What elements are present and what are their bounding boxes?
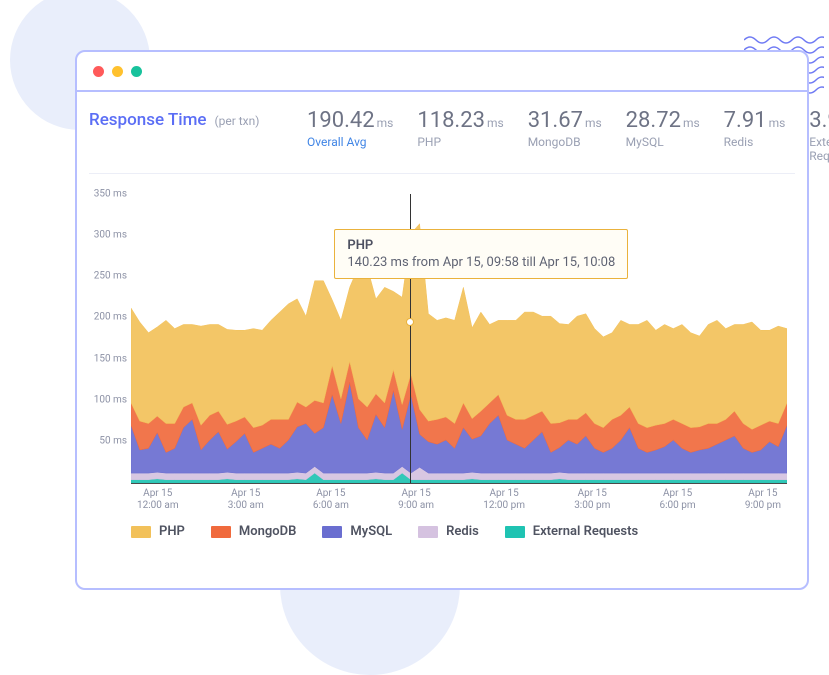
stat-value: 190.42 — [307, 108, 375, 133]
stat-label: Redis — [724, 135, 786, 149]
y-tick: 200 ms — [94, 312, 127, 323]
window-titlebar — [77, 52, 807, 92]
stat-label: MongoDB — [528, 135, 602, 149]
stat-overall-avg: 190.42ms Overall Avg — [307, 110, 393, 163]
stat-value: 31.67 — [528, 108, 583, 133]
y-tick: 350 ms — [94, 189, 127, 200]
stat-unit: ms — [377, 116, 394, 130]
y-tick: 150 ms — [94, 353, 127, 364]
x-tick: Apr 156:00 pm — [660, 488, 696, 512]
legend-label: PHP — [159, 524, 185, 539]
stat-external-requests: 3.9External Requests — [809, 110, 829, 163]
legend-swatch — [505, 526, 525, 538]
close-icon[interactable] — [93, 66, 104, 77]
stat-label: MySQL — [626, 135, 700, 149]
stat-unit: ms — [769, 116, 786, 130]
legend-item-external-requests[interactable]: External Requests — [505, 524, 638, 539]
legend-item-php[interactable]: PHP — [131, 524, 185, 539]
chart-plot[interactable]: PHP 140.23 ms from Apr 15, 09:58 till Ap… — [131, 194, 787, 484]
stat-mysql: 28.72ms MySQL — [626, 110, 700, 163]
x-tick: Apr 159:00 am — [398, 488, 434, 512]
title-sub: (per txn) — [214, 114, 259, 128]
maximize-icon[interactable] — [131, 66, 142, 77]
legend-label: MySQL — [350, 524, 392, 539]
stat-php: 118.23ms PHP — [417, 110, 503, 163]
stat-label: External Requests — [809, 135, 829, 163]
stat-value: 118.23 — [417, 108, 485, 133]
stat-label: PHP — [417, 135, 503, 149]
x-tick: Apr 1512:00 am — [137, 488, 179, 512]
chart-tooltip: PHP 140.23 ms from Apr 15, 09:58 till Ap… — [334, 229, 628, 279]
legend-item-mongodb[interactable]: MongoDB — [211, 524, 296, 539]
legend-swatch — [211, 526, 231, 538]
y-tick: 50 ms — [99, 435, 127, 446]
legend-label: Redis — [446, 524, 479, 539]
y-tick: 100 ms — [94, 394, 127, 405]
legend-label: MongoDB — [239, 524, 296, 539]
stat-mongodb: 31.67ms MongoDB — [528, 110, 602, 163]
stat-unit: ms — [585, 116, 602, 130]
minimize-icon[interactable] — [112, 66, 123, 77]
page-title: Response Time (per txn) — [89, 110, 289, 130]
tooltip-body: 140.23 ms from Apr 15, 09:58 till Apr 15… — [347, 255, 615, 270]
legend-item-mysql[interactable]: MySQL — [322, 524, 392, 539]
y-tick: 300 ms — [94, 230, 127, 241]
title-main: Response Time — [89, 110, 207, 130]
stat-label: Overall Avg — [307, 135, 393, 149]
y-tick: 250 ms — [94, 271, 127, 282]
x-tick: Apr 153:00 pm — [574, 488, 610, 512]
x-tick: Apr 156:00 am — [313, 488, 349, 512]
stat-value: 28.72 — [626, 108, 681, 133]
stat-unit: ms — [487, 116, 504, 130]
tooltip-title: PHP — [347, 238, 615, 253]
stat-unit: ms — [683, 116, 700, 130]
x-tick: Apr 1512:00 pm — [483, 488, 525, 512]
stat-value: 3.9 — [809, 108, 829, 133]
legend-item-redis[interactable]: Redis — [418, 524, 479, 539]
x-tick: Apr 159:00 pm — [745, 488, 781, 512]
chart-window: Response Time (per txn) 190.42msOverall … — [75, 50, 809, 590]
stat-value: 7.91 — [724, 108, 767, 133]
x-tick: Apr 153:00 am — [228, 488, 264, 512]
x-axis-ticks: Apr 1512:00 am Apr 153:00 am Apr 156:00 am… — [131, 484, 787, 512]
y-axis-ticks: 350 ms300 ms250 ms200 ms150 ms100 ms50 m… — [89, 194, 131, 482]
legend-swatch — [131, 526, 151, 538]
stat-redis: 7.91ms Redis — [724, 110, 786, 163]
legend-swatch — [322, 526, 342, 538]
chart-area[interactable]: 350 ms 300 ms 250 ms 200 ms 150 ms 100 ms 50 m… — [89, 174, 795, 512]
chart-legend: PHP MongoDB MySQL Redis External Requests — [89, 512, 795, 539]
legend-swatch — [418, 526, 438, 538]
legend-label: External Requests — [533, 524, 638, 539]
